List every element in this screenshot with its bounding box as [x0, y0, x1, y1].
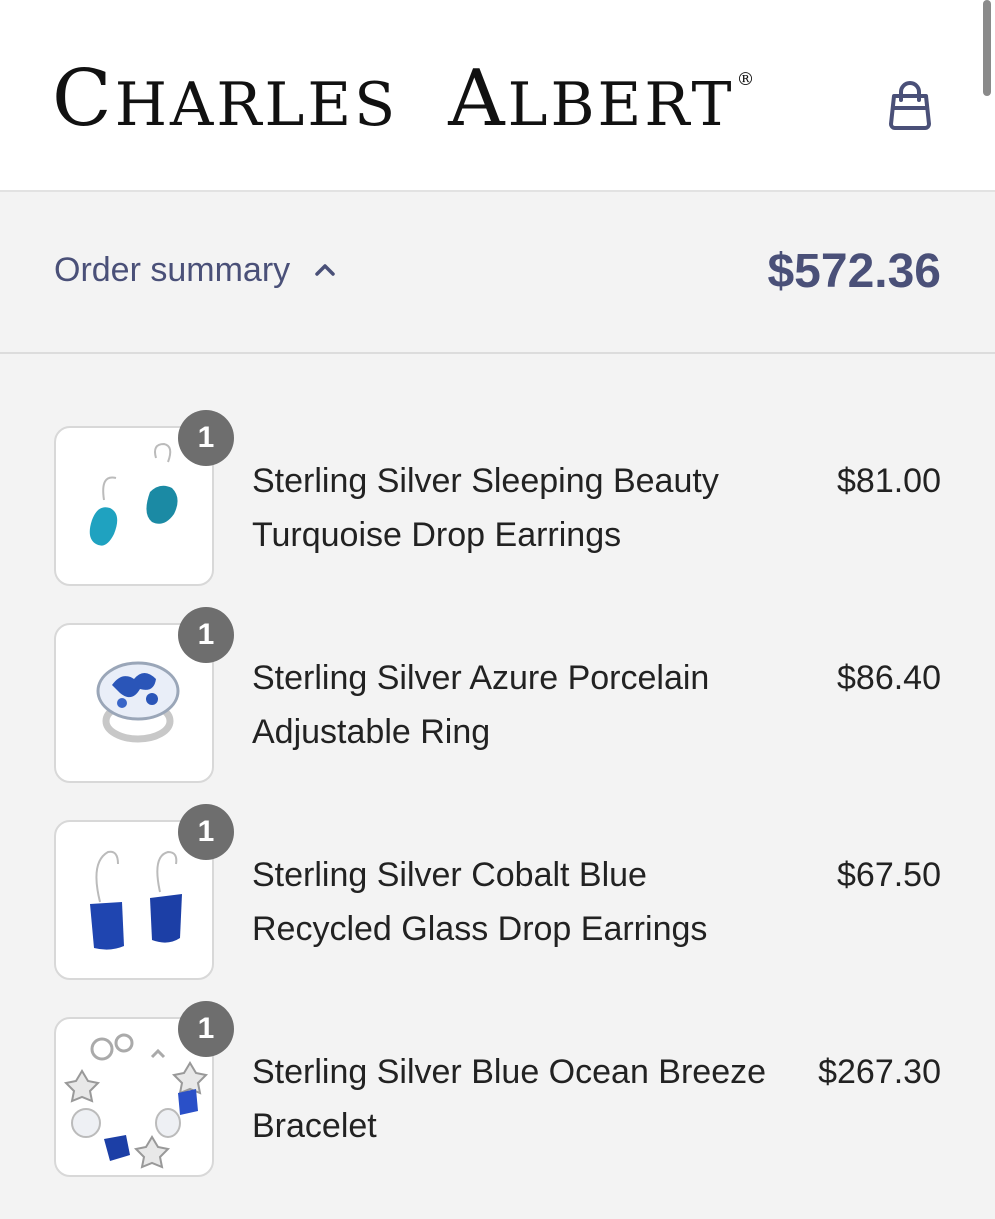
site-header: CHARLES ALBERT ®	[0, 0, 995, 192]
list-item: 1 Sterling Silver Sleeping Beauty Turquo…	[0, 354, 995, 586]
order-total: $572.36	[767, 245, 941, 298]
list-item: 1 Sterling Silver Azure Porcelain Adjust…	[0, 551, 995, 783]
product-price: $67.50	[837, 856, 941, 894]
brand-letter: A	[448, 54, 508, 144]
registered-mark: ®	[736, 69, 758, 90]
chevron-up-icon	[315, 264, 335, 276]
quantity-badge: 1	[178, 607, 234, 663]
quantity-badge: 1	[178, 804, 234, 860]
brand-word: HARLES	[114, 70, 399, 140]
product-price: $81.00	[837, 462, 941, 500]
product-price: $267.30	[818, 1053, 941, 1091]
brand-word: LBERT	[507, 70, 735, 140]
product-name: Sterling Silver Sleeping Beauty Turquois…	[252, 462, 719, 554]
order-summary-bar: Order summary $572.36	[0, 192, 995, 354]
order-summary-label: Order summary	[54, 250, 291, 289]
brand-logo[interactable]: CHARLES ALBERT ®	[52, 60, 757, 138]
list-item: 1 Sterling Silver Cobalt Blue Recycled G…	[0, 748, 995, 980]
product-name: Sterling Silver Blue Ocean Breeze Bracel…	[252, 1053, 767, 1145]
list-item: 1 Sterling Silver Blue Ocean Breeze Brac…	[0, 945, 995, 1177]
scrollbar[interactable]	[983, 0, 991, 96]
product-price: $86.40	[837, 659, 941, 697]
shopping-bag-icon[interactable]	[880, 76, 940, 136]
product-name: Sterling Silver Azure Porcelain Adjustab…	[252, 659, 710, 751]
product-name: Sterling Silver Cobalt Blue Recycled Gla…	[252, 856, 708, 948]
quantity-badge: 1	[178, 410, 234, 466]
brand-letter: C	[52, 54, 115, 144]
order-summary-toggle[interactable]: Order summary	[54, 250, 338, 290]
quantity-badge: 1	[178, 1001, 234, 1057]
